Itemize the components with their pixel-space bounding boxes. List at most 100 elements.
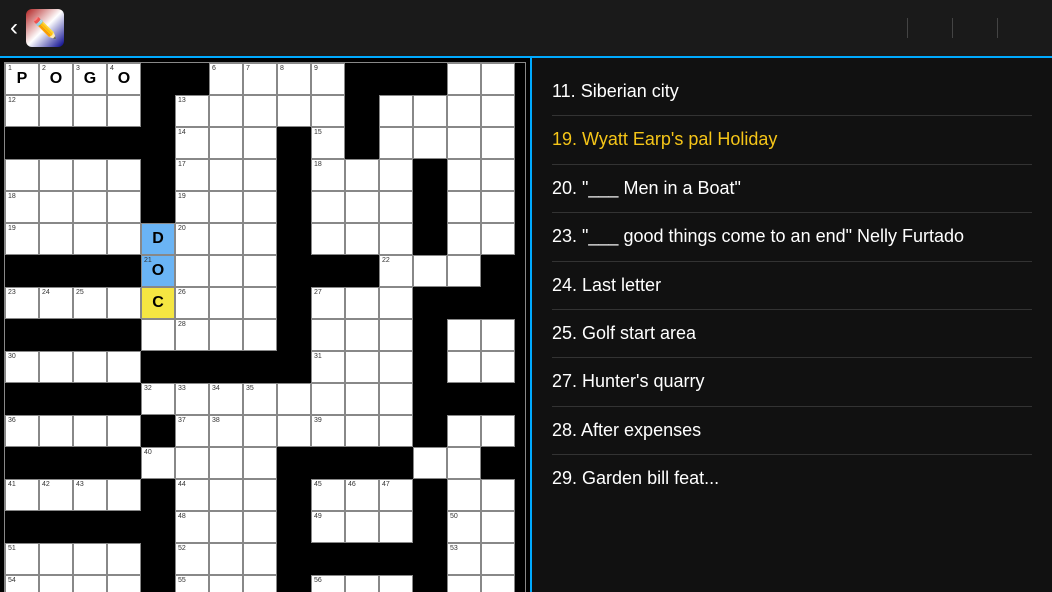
cell-r12-c2[interactable] — [73, 447, 107, 479]
cell-r11-c8[interactable] — [277, 415, 311, 447]
cell-r4-c10[interactable] — [345, 191, 379, 223]
cell-r4-c12[interactable] — [413, 191, 447, 223]
cell-r16-c7[interactable] — [243, 575, 277, 592]
cell-r11-c2[interactable] — [73, 415, 107, 447]
cell-r1-c11[interactable] — [379, 95, 413, 127]
cell-r7-c5[interactable]: 26 — [175, 287, 209, 319]
cell-r0-c3[interactable]: 4O — [107, 63, 141, 95]
cell-r11-c12[interactable] — [413, 415, 447, 447]
cell-r16-c11[interactable] — [379, 575, 413, 592]
cell-r7-c7[interactable] — [243, 287, 277, 319]
cell-r1-c3[interactable] — [107, 95, 141, 127]
cell-r8-c0[interactable] — [5, 319, 39, 351]
cell-r16-c14[interactable] — [481, 575, 515, 592]
cell-r7-c12[interactable] — [413, 287, 447, 319]
cell-r5-c2[interactable] — [73, 223, 107, 255]
cell-r4-c4[interactable] — [141, 191, 175, 223]
cell-r7-c14[interactable] — [481, 287, 515, 319]
cell-r6-c6[interactable] — [209, 255, 243, 287]
cell-r1-c9[interactable] — [311, 95, 345, 127]
cell-r2-c3[interactable] — [107, 127, 141, 159]
cell-r9-c5[interactable] — [175, 351, 209, 383]
cell-r12-c8[interactable] — [277, 447, 311, 479]
cell-r14-c9[interactable]: 49 — [311, 511, 345, 543]
cell-r7-c8[interactable] — [277, 287, 311, 319]
cell-r0-c8[interactable]: 8 — [277, 63, 311, 95]
cell-r15-c13[interactable]: 53 — [447, 543, 481, 575]
cell-r0-c14[interactable] — [481, 63, 515, 95]
cell-r0-c4[interactable] — [141, 63, 175, 95]
cell-r16-c10[interactable] — [345, 575, 379, 592]
cell-r0-c6[interactable]: 6 — [209, 63, 243, 95]
cell-r5-c0[interactable]: 19 — [5, 223, 39, 255]
cell-r14-c10[interactable] — [345, 511, 379, 543]
cell-r5-c4[interactable]: D — [141, 223, 175, 255]
cell-r5-c1[interactable] — [39, 223, 73, 255]
reveal-button[interactable] — [997, 18, 1042, 38]
cell-r14-c13[interactable]: 50 — [447, 511, 481, 543]
cell-r5-c3[interactable] — [107, 223, 141, 255]
cell-r5-c7[interactable] — [243, 223, 277, 255]
cell-r16-c3[interactable] — [107, 575, 141, 592]
cell-r10-c7[interactable]: 35 — [243, 383, 277, 415]
cell-r14-c8[interactable] — [277, 511, 311, 543]
cell-r4-c0[interactable]: 18 — [5, 191, 39, 223]
cell-r2-c11[interactable] — [379, 127, 413, 159]
clue-item-clue-25[interactable]: 25. Golf start area — [552, 310, 1032, 358]
cell-r16-c6[interactable] — [209, 575, 243, 592]
cell-r13-c9[interactable]: 45 — [311, 479, 345, 511]
cell-r15-c11[interactable] — [379, 543, 413, 575]
cell-r4-c11[interactable] — [379, 191, 413, 223]
cell-r1-c1[interactable] — [39, 95, 73, 127]
cell-r8-c3[interactable] — [107, 319, 141, 351]
cell-r5-c5[interactable]: 20 — [175, 223, 209, 255]
clue-item-clue-28[interactable]: 28. After expenses — [552, 407, 1032, 455]
cell-r4-c5[interactable]: 19 — [175, 191, 209, 223]
cell-r0-c5[interactable] — [175, 63, 209, 95]
cell-r11-c3[interactable] — [107, 415, 141, 447]
cell-r1-c6[interactable] — [209, 95, 243, 127]
cell-r0-c9[interactable]: 9 — [311, 63, 345, 95]
clue-list-button[interactable] — [952, 18, 997, 38]
cell-r0-c13[interactable] — [447, 63, 481, 95]
cell-r13-c13[interactable] — [447, 479, 481, 511]
cell-r10-c14[interactable] — [481, 383, 515, 415]
cell-r3-c1[interactable] — [39, 159, 73, 191]
cell-r3-c9[interactable]: 18 — [311, 159, 345, 191]
cell-r12-c7[interactable] — [243, 447, 277, 479]
cell-r12-c1[interactable] — [39, 447, 73, 479]
cell-r16-c0[interactable]: 54 — [5, 575, 39, 592]
cell-r7-c13[interactable] — [447, 287, 481, 319]
cell-r3-c3[interactable] — [107, 159, 141, 191]
cell-r1-c5[interactable]: 13 — [175, 95, 209, 127]
clue-item-clue-27[interactable]: 27. Hunter's quarry — [552, 358, 1032, 406]
cell-r7-c1[interactable]: 24 — [39, 287, 73, 319]
cell-r1-c10[interactable] — [345, 95, 379, 127]
cell-r15-c14[interactable] — [481, 543, 515, 575]
cell-r13-c10[interactable]: 46 — [345, 479, 379, 511]
cell-r14-c3[interactable] — [107, 511, 141, 543]
cell-r12-c10[interactable] — [345, 447, 379, 479]
clue-item-clue-20[interactable]: 20. "___ Men in a Boat" — [552, 165, 1032, 213]
cell-r3-c7[interactable] — [243, 159, 277, 191]
cell-r7-c4[interactable]: C — [141, 287, 175, 319]
cell-r1-c8[interactable] — [277, 95, 311, 127]
cell-r9-c12[interactable] — [413, 351, 447, 383]
cell-r8-c2[interactable] — [73, 319, 107, 351]
cell-r10-c0[interactable] — [5, 383, 39, 415]
cell-r13-c7[interactable] — [243, 479, 277, 511]
cell-r14-c12[interactable] — [413, 511, 447, 543]
cell-r5-c9[interactable] — [311, 223, 345, 255]
cell-r16-c9[interactable]: 56 — [311, 575, 345, 592]
cell-r9-c6[interactable] — [209, 351, 243, 383]
cell-r15-c12[interactable] — [413, 543, 447, 575]
cell-r6-c4[interactable]: 21O — [141, 255, 175, 287]
cell-r5-c11[interactable] — [379, 223, 413, 255]
cell-r15-c6[interactable] — [209, 543, 243, 575]
cell-r16-c4[interactable] — [141, 575, 175, 592]
cell-r12-c12[interactable] — [413, 447, 447, 479]
clue-list[interactable]: 11. Siberian city19. Wyatt Earp's pal Ho… — [530, 58, 1052, 592]
cell-r1-c12[interactable] — [413, 95, 447, 127]
back-button[interactable]: ‹ — [10, 14, 18, 42]
cell-r12-c14[interactable] — [481, 447, 515, 479]
